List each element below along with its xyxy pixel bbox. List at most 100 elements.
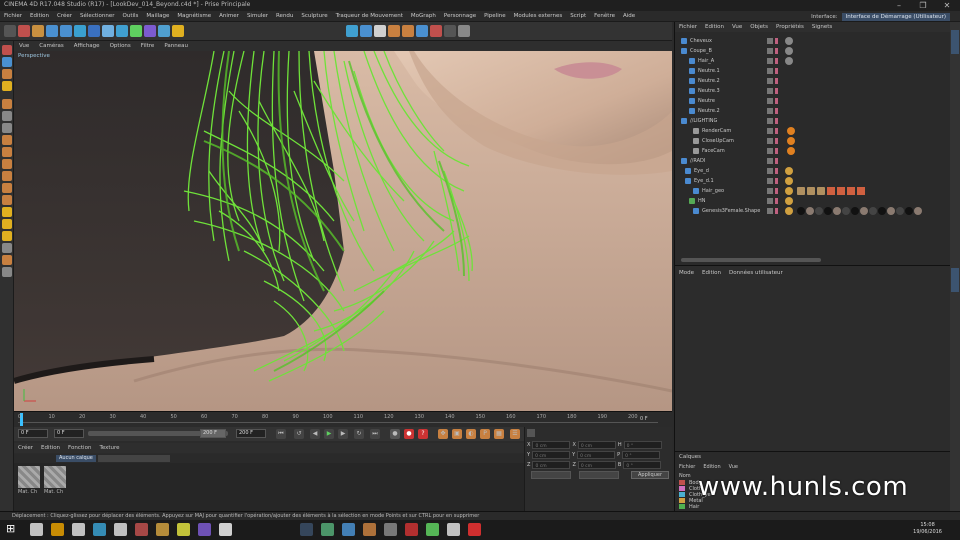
object-row[interactable]: Coupe_B xyxy=(675,46,951,56)
object-row[interactable]: Genesis3Female.Shape xyxy=(675,206,951,216)
material-tag-icon[interactable] xyxy=(857,187,865,195)
menu-item[interactable]: Créer xyxy=(53,11,76,22)
taskbar-app-icon[interactable] xyxy=(321,523,334,536)
left-tool-icon[interactable] xyxy=(2,219,12,229)
material-tag-icon[interactable] xyxy=(847,187,855,195)
rotate-key-icon[interactable]: ◐ xyxy=(466,429,476,439)
material-tag-icon[interactable] xyxy=(887,207,895,215)
left-tool-icon[interactable] xyxy=(2,243,12,253)
menu-item[interactable]: Modules externes xyxy=(510,11,567,22)
object-tag-icon[interactable] xyxy=(785,177,793,185)
objects-tab[interactable] xyxy=(951,30,959,54)
timeline[interactable]: 0 F 0 10 20 30 40 50 60 70 80 90 100 110 120 130 140 15… xyxy=(14,411,672,427)
object-menu-item[interactable]: Edition xyxy=(701,22,728,32)
viewport-menu-item[interactable]: Options xyxy=(105,41,136,51)
viewport[interactable]: Perspective xyxy=(14,51,672,411)
coords-input[interactable]: 0 cm xyxy=(532,441,571,449)
scale-key-icon[interactable]: ▣ xyxy=(452,429,462,439)
visibility-toggle[interactable] xyxy=(767,88,773,94)
windows-start-icon[interactable]: ⊞ xyxy=(6,522,15,535)
attribute-menu-item[interactable]: Edition xyxy=(698,268,725,278)
material-tag-icon[interactable] xyxy=(827,187,835,195)
prev-key-icon[interactable]: ↺ xyxy=(294,429,304,439)
taskbar-app-icon[interactable] xyxy=(384,523,397,536)
object-row[interactable]: Neutre.2 xyxy=(675,76,951,86)
toolbar-tool-icon[interactable] xyxy=(388,25,400,37)
toolbar-tool-icon[interactable] xyxy=(88,25,100,37)
visibility-toggle[interactable] xyxy=(767,188,773,194)
menu-item[interactable]: Simuler xyxy=(243,11,272,22)
left-tool-icon[interactable] xyxy=(2,69,12,79)
render-dot[interactable] xyxy=(775,98,778,104)
taskbar-app-icon[interactable] xyxy=(219,523,232,536)
taskbar-app-icon[interactable] xyxy=(405,523,418,536)
object-menu-item[interactable]: Objets xyxy=(746,22,772,32)
render-dot[interactable] xyxy=(775,148,778,154)
maximize-icon[interactable]: ❐ xyxy=(912,0,934,11)
menu-item[interactable]: Pipeline xyxy=(480,11,510,22)
visibility-toggle[interactable] xyxy=(767,118,773,124)
visibility-toggle[interactable] xyxy=(767,68,773,74)
taskbar-app-icon[interactable] xyxy=(426,523,439,536)
menu-item[interactable]: Aide xyxy=(619,11,639,22)
material-tag-icon[interactable] xyxy=(896,207,904,215)
left-tool-icon[interactable] xyxy=(2,207,12,217)
object-menu-item[interactable]: Propriétés xyxy=(772,22,808,32)
object-row[interactable]: //RADI xyxy=(675,156,951,166)
object-row[interactable]: //LIGHTING xyxy=(675,116,951,126)
left-tool-icon[interactable] xyxy=(2,183,12,193)
left-tool-icon[interactable] xyxy=(2,255,12,265)
menu-item[interactable]: Script xyxy=(566,11,590,22)
material-menu-item[interactable]: Texture xyxy=(95,443,123,453)
viewport-menu-item[interactable]: Filtre xyxy=(136,41,160,51)
camera-tag-icon[interactable] xyxy=(787,137,795,145)
menu-item[interactable]: Rendu xyxy=(272,11,297,22)
taskbar-app-icon[interactable] xyxy=(300,523,313,536)
material-swatch[interactable] xyxy=(44,466,66,488)
coords-menu-icon[interactable] xyxy=(527,429,535,437)
menu-item[interactable]: Traqueur de Mouvement xyxy=(332,11,407,22)
render-dot[interactable] xyxy=(775,178,778,184)
toolbar-tool-icon[interactable] xyxy=(430,25,442,37)
coords-input[interactable]: 0 ° xyxy=(623,441,662,449)
material-tag-icon[interactable] xyxy=(860,207,868,215)
attribute-menu-item[interactable]: Mode xyxy=(675,268,698,278)
visibility-toggle[interactable] xyxy=(767,138,773,144)
toolbar-tool-icon[interactable] xyxy=(158,25,170,37)
render-dot[interactable] xyxy=(775,38,778,44)
visibility-toggle[interactable] xyxy=(767,208,773,214)
object-row[interactable]: HN xyxy=(675,196,951,206)
go-end-icon[interactable]: ⏭ xyxy=(370,429,380,439)
material-menu-item[interactable]: Créer xyxy=(14,443,37,453)
param-key-icon[interactable]: P xyxy=(480,429,490,439)
object-row[interactable]: Hair_geo xyxy=(675,186,951,196)
menu-item[interactable]: Sculpture xyxy=(297,11,331,22)
left-tool-icon[interactable] xyxy=(2,195,12,205)
taskbar-app-icon[interactable] xyxy=(93,523,106,536)
toolbar-tool-icon[interactable] xyxy=(60,25,72,37)
toolbar-tool-icon[interactable] xyxy=(102,25,114,37)
object-tag-icon[interactable] xyxy=(785,207,793,215)
toolbar-tool-icon[interactable] xyxy=(458,25,470,37)
coords-input[interactable]: 0 cm xyxy=(532,451,571,459)
play-icon[interactable]: ▶ xyxy=(324,429,334,439)
material-tag-icon[interactable] xyxy=(905,207,913,215)
object-tag-icon[interactable] xyxy=(785,167,793,175)
left-tool-icon[interactable] xyxy=(2,99,12,109)
pla-key-icon[interactable]: ▦ xyxy=(494,429,504,439)
material-tag-icon[interactable] xyxy=(797,187,805,195)
object-scrollbar[interactable] xyxy=(681,258,821,262)
menu-item[interactable]: Magnétisme xyxy=(173,11,215,22)
left-tool-icon[interactable] xyxy=(2,57,12,67)
material-tag-icon[interactable] xyxy=(851,207,859,215)
go-start-icon[interactable]: ⏮ xyxy=(276,429,286,439)
interface-dropdown[interactable]: Interface de Démarrage (Utilisateur) xyxy=(841,12,950,21)
taskbar-app-icon[interactable] xyxy=(51,523,64,536)
object-menu-item[interactable]: Vue xyxy=(728,22,746,32)
attribute-menu-item[interactable]: Données utilisateur xyxy=(725,268,787,278)
next-key-icon[interactable]: ↻ xyxy=(354,429,364,439)
left-tool-icon[interactable] xyxy=(2,267,12,277)
record-icon[interactable]: ● xyxy=(390,429,400,439)
coords-input[interactable]: 0 cm xyxy=(577,451,616,459)
object-row[interactable]: Neutre.1 xyxy=(675,66,951,76)
